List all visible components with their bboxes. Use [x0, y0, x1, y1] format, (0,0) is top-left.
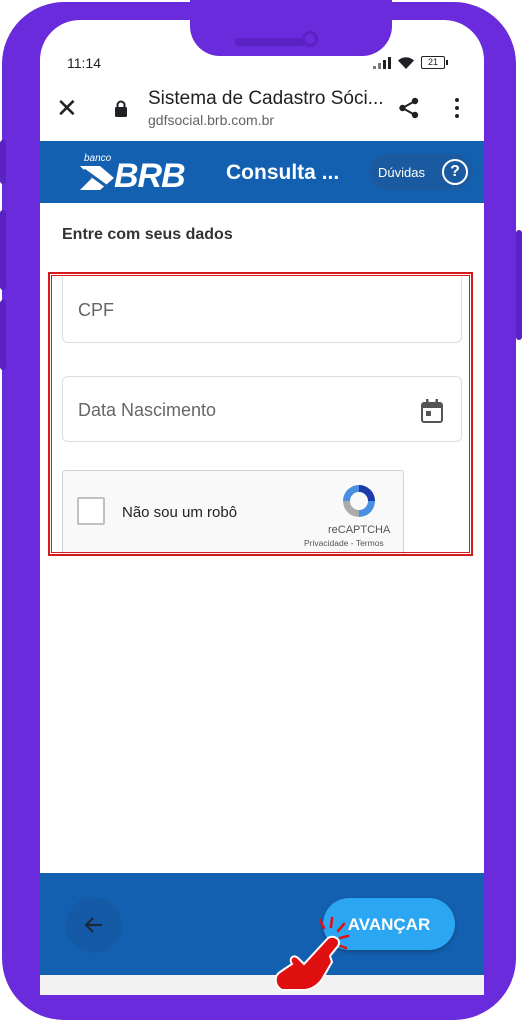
front-camera [302, 31, 318, 47]
notch-speaker [235, 38, 305, 46]
more-vert-icon[interactable] [455, 98, 459, 122]
wifi-icon [398, 56, 414, 69]
close-icon[interactable]: ✕ [56, 95, 78, 121]
page-title[interactable]: Sistema de Cadastro Sóci... [148, 88, 384, 110]
brb-logo-icon [80, 166, 114, 190]
pointing-hand-icon [274, 916, 350, 991]
help-button[interactable]: Dúvidas ? [369, 154, 473, 190]
phone-power-button [516, 230, 522, 340]
page-domain[interactable]: gdfsocial.brb.com.br [148, 112, 274, 128]
logo-banco-text: banco [84, 153, 112, 164]
back-button[interactable] [66, 897, 122, 953]
form-clip [53, 555, 469, 575]
header-title: Consulta ... [226, 161, 340, 184]
help-label: Dúvidas [378, 164, 425, 180]
phone-volume-down-button [0, 300, 6, 370]
phone-notch [190, 0, 392, 56]
signal-icon [373, 56, 391, 69]
status-icons: 21 [373, 56, 448, 69]
share-icon[interactable] [398, 97, 420, 119]
form-heading: Entre com seus dados [62, 226, 233, 243]
help-circle-icon: ? [442, 159, 468, 185]
lock-icon[interactable] [114, 100, 128, 117]
highlight-box-inner [51, 275, 470, 553]
status-time: 11:14 [67, 55, 101, 71]
battery-icon: 21 [421, 56, 448, 69]
arrow-left-icon [84, 917, 102, 933]
brb-logo-text: BRB [114, 157, 186, 195]
phone-side-button [0, 140, 6, 184]
phone-volume-up-button [0, 210, 6, 290]
bottom-shade [40, 975, 484, 995]
